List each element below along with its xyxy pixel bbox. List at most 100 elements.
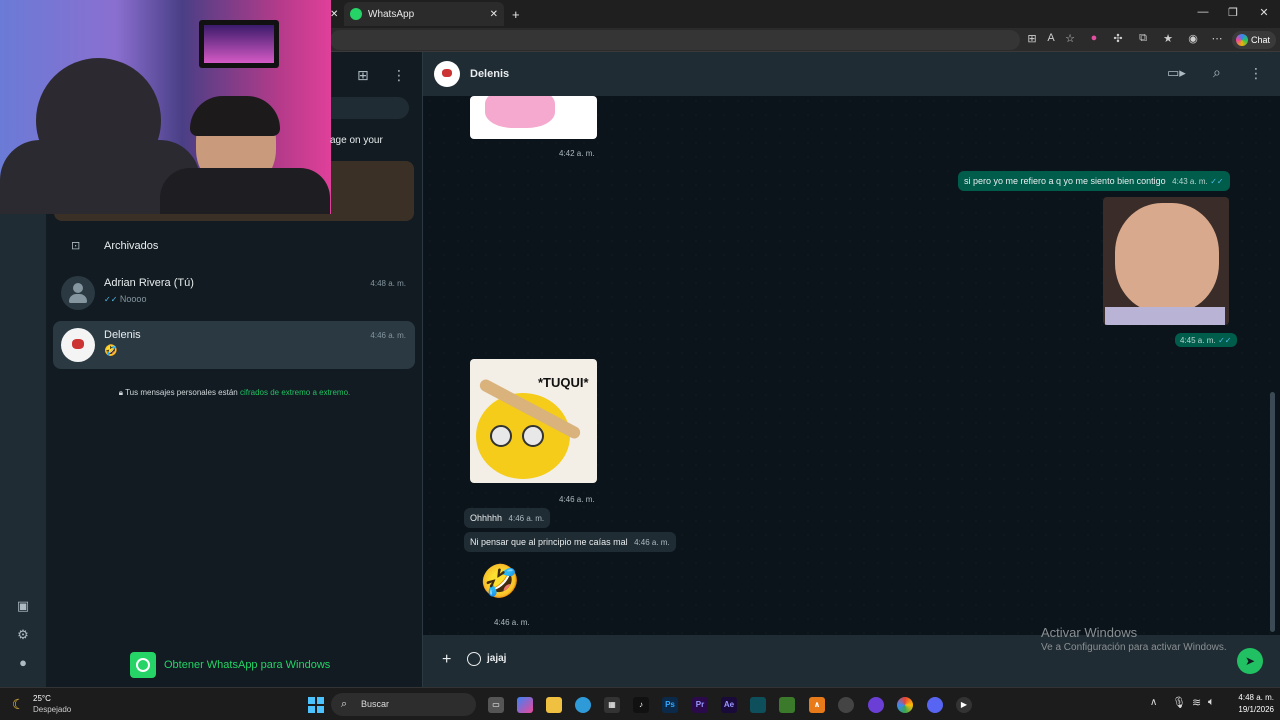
sticker-message[interactable]: *TUQUI* bbox=[470, 359, 597, 483]
tab-whatsapp[interactable]: WhatsApp ✕ bbox=[344, 2, 504, 26]
after-effects-icon[interactable]: Ae bbox=[721, 697, 737, 713]
start-button[interactable] bbox=[308, 697, 324, 713]
message-text: Ni pensar que al principio me caías mal bbox=[470, 537, 628, 547]
image-message[interactable] bbox=[470, 96, 597, 139]
clock[interactable]: 4:48 a. m. 19/1/2026 bbox=[1222, 693, 1274, 714]
store-icon[interactable]: ▦ bbox=[604, 697, 620, 713]
search-icon: ⌕ bbox=[341, 698, 348, 710]
extension-icon[interactable]: ● bbox=[1086, 32, 1102, 44]
microphone-icon[interactable]: 🎙︎ bbox=[1172, 696, 1186, 709]
tiktok-icon[interactable]: ♪ bbox=[633, 697, 649, 713]
composer-bar: + jajaj Activar Windows Ve a Configuraci… bbox=[423, 625, 1280, 687]
message-text: Ohhhhh bbox=[470, 513, 503, 523]
volume-icon[interactable]: 🔈︎ bbox=[1208, 696, 1215, 709]
taskbar-search-label: Buscar bbox=[361, 699, 390, 709]
app-icon[interactable] bbox=[838, 697, 854, 713]
incoming-message[interactable]: Ni pensar que al principio me caías mal … bbox=[464, 532, 676, 552]
photoshop-icon[interactable]: Ps bbox=[662, 697, 678, 713]
split-screen-icon[interactable]: ⧉ bbox=[1135, 32, 1151, 45]
activation-watermark-subtitle: Ve a Configuración para activar Windows. bbox=[1041, 642, 1227, 653]
banner-text: age on your bbox=[330, 135, 383, 146]
restore-icon[interactable]: ❐ bbox=[1222, 6, 1244, 19]
profile-icon[interactable]: ● bbox=[15, 655, 31, 671]
extensions-puzzle-icon[interactable]: ✣ bbox=[1110, 32, 1126, 45]
archived-chats[interactable]: ⊡ Archivados bbox=[46, 230, 423, 262]
conversation-menu-icon[interactable]: ⋮ bbox=[1249, 65, 1263, 82]
show-hidden-icons[interactable]: ∧ bbox=[1150, 697, 1157, 708]
address-bar[interactable] bbox=[330, 30, 1020, 50]
app-icon[interactable]: ∧ bbox=[809, 697, 825, 713]
message-time: 4:46 a. m. bbox=[634, 538, 670, 547]
chat-time: 4:48 a. m. bbox=[370, 279, 406, 288]
moon-icon: ☾ bbox=[12, 696, 25, 712]
apps-icon[interactable]: ⊞ bbox=[1024, 32, 1040, 45]
get-whatsapp-windows[interactable]: Obtener WhatsApp para Windows bbox=[130, 652, 330, 678]
settings-gear-icon[interactable]: ⚙ bbox=[15, 627, 31, 643]
browser-menu-icon[interactable]: ⋯ bbox=[1209, 32, 1225, 45]
contact-avatar[interactable] bbox=[434, 61, 460, 87]
copilot-chat-button[interactable]: Chat bbox=[1232, 31, 1277, 49]
minimize-icon[interactable]: — bbox=[1192, 6, 1214, 18]
read-ticks-icon: ✓✓ bbox=[1218, 336, 1232, 345]
encryption-text: Tus mensajes personales están bbox=[125, 388, 238, 397]
new-chat-icon[interactable]: ⊞ bbox=[357, 67, 369, 84]
copilot-icon bbox=[1236, 34, 1248, 46]
app-icon[interactable] bbox=[779, 697, 795, 713]
read-aloud-icon[interactable]: A bbox=[1043, 32, 1059, 44]
avatar bbox=[61, 328, 95, 362]
message-time: 4:46 a. m. bbox=[508, 514, 545, 523]
chat-item-adrian[interactable]: Adrian Rivera (Tú) ✓✓ Noooo 4:48 a. m. bbox=[53, 269, 415, 317]
premiere-icon[interactable]: Pr bbox=[692, 697, 708, 713]
emoji-sticker-icon[interactable] bbox=[467, 652, 481, 666]
read-ticks-icon: ✓✓ bbox=[1210, 177, 1224, 186]
sticker-caption: *TUQUI* bbox=[538, 375, 589, 390]
capcut-icon[interactable] bbox=[750, 697, 766, 713]
file-explorer-icon[interactable] bbox=[546, 697, 562, 713]
outgoing-image-meta: 4:45 a. m. ✓✓ bbox=[1175, 333, 1237, 347]
favorite-star-icon[interactable]: ☆ bbox=[1062, 32, 1078, 45]
activation-watermark-title: Activar Windows bbox=[1041, 625, 1138, 640]
chat-preview: 🤣 bbox=[104, 345, 118, 357]
chat-button-label: Chat bbox=[1251, 35, 1271, 45]
search-icon[interactable]: ⌕ bbox=[1213, 64, 1221, 81]
send-button[interactable]: ➤ bbox=[1237, 648, 1263, 674]
weather-desc: Despejado bbox=[33, 705, 72, 714]
avatar bbox=[61, 276, 95, 310]
close-tab-icon[interactable]: ✕ bbox=[330, 2, 342, 26]
scrollbar[interactable] bbox=[1270, 392, 1275, 632]
image-message[interactable] bbox=[1103, 197, 1229, 325]
wifi-icon[interactable]: ≋ bbox=[1192, 696, 1201, 709]
favorites-icon[interactable]: ★ bbox=[1160, 32, 1176, 45]
profile-avatar-icon[interactable]: ◉ bbox=[1185, 32, 1201, 45]
chat-item-delenis[interactable]: Delenis 🤣 4:46 a. m. bbox=[53, 321, 415, 369]
edge-browser-icon[interactable] bbox=[575, 697, 591, 713]
outgoing-message[interactable]: si pero yo me refiero a q yo me siento b… bbox=[958, 171, 1230, 191]
close-tab-icon[interactable]: ✕ bbox=[490, 9, 498, 20]
chrome-icon[interactable] bbox=[897, 697, 913, 713]
clock-time: 4:48 a. m. bbox=[1238, 693, 1274, 702]
incoming-message[interactable]: Ohhhhh 4:46 a. m. bbox=[464, 508, 551, 528]
encryption-link[interactable]: cifrados de extremo a extremo. bbox=[240, 388, 350, 397]
chat-name: Adrian Rivera (Tú) bbox=[104, 277, 194, 289]
copilot-app-icon[interactable] bbox=[517, 697, 533, 713]
emoji-message[interactable]: 🤣 bbox=[480, 562, 520, 600]
clock-date: 19/1/2026 bbox=[1238, 705, 1274, 714]
app-icon[interactable] bbox=[868, 697, 884, 713]
sidebar-menu-icon[interactable]: ⋮ bbox=[392, 67, 406, 84]
attach-plus-icon[interactable]: + bbox=[442, 651, 451, 669]
video-call-icon[interactable]: ▭▸ bbox=[1167, 65, 1186, 81]
media-player-icon[interactable]: ▶ bbox=[956, 697, 972, 713]
media-icon[interactable]: ▣ bbox=[15, 598, 31, 614]
message-text: si pero yo me refiero a q yo me siento b… bbox=[964, 176, 1166, 186]
new-tab-button[interactable]: + bbox=[512, 2, 526, 26]
message-time: 4:45 a. m. bbox=[1180, 336, 1216, 345]
conversation-panel: Delenis ▭▸ ⌕ ⋮ 4:42 a. m. si pero yo me … bbox=[423, 52, 1280, 687]
conversation-header[interactable]: Delenis ▭▸ ⌕ ⋮ bbox=[423, 52, 1280, 96]
task-view-icon[interactable]: ▭ bbox=[488, 697, 504, 713]
webcam-tv bbox=[199, 20, 279, 68]
archive-icon: ⊡ bbox=[71, 240, 81, 252]
discord-icon[interactable] bbox=[927, 697, 943, 713]
taskbar-search[interactable]: ⌕ Buscar bbox=[331, 693, 476, 716]
close-window-icon[interactable]: ✕ bbox=[1253, 6, 1275, 19]
chat-preview: ✓✓ Noooo bbox=[104, 294, 146, 304]
